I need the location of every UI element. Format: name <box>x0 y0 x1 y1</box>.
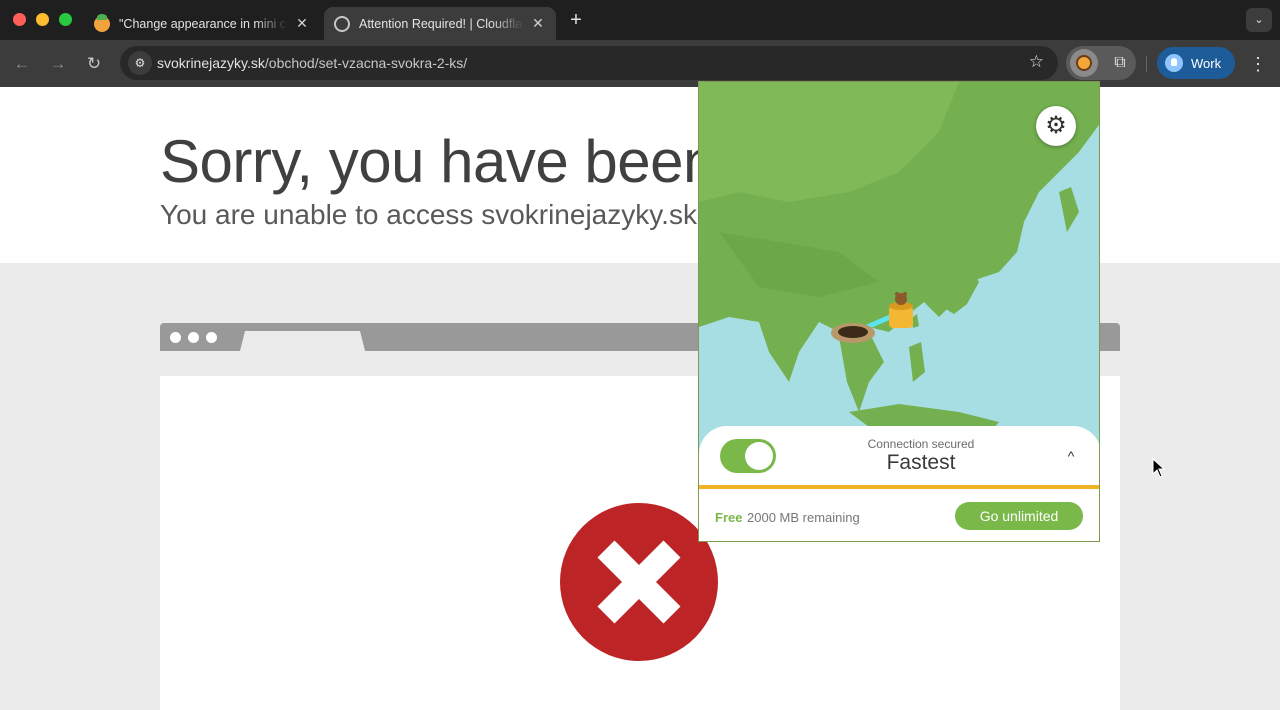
tab-search-button[interactable]: ⌄ <box>1246 8 1272 32</box>
extensions-puzzle-icon[interactable]: ⧉ <box>1108 51 1132 75</box>
connection-status: Connection secured <box>867 437 975 451</box>
bear-icon <box>1076 55 1092 71</box>
chevron-up-icon[interactable]: ^ <box>1061 446 1081 466</box>
illustration-dot <box>188 332 199 343</box>
extensions-area: ⧉ <box>1066 46 1136 80</box>
browser-toolbar: ← → ↻ ⚙ svokrinejazyky.sk/obchod/set-vza… <box>0 40 1280 87</box>
tab-cloudflare[interactable]: Attention Required! | Cloudflare ✕ <box>324 7 556 40</box>
mouse-pointer-icon <box>1152 458 1166 478</box>
back-icon[interactable]: ← <box>10 52 34 76</box>
page-subtitle: You are unable to access svokrinejazyky.… <box>160 199 697 230</box>
url-path: /obchod/set-vzacna-svokra-2-ks/ <box>264 55 468 71</box>
blocked-x-icon <box>560 503 718 661</box>
tunnelbear-icon <box>94 13 110 32</box>
forward-icon[interactable]: → <box>46 52 70 76</box>
tab-tunnelbear-settings[interactable]: "Change appearance in mini control" ✕ <box>84 7 320 40</box>
toggle-knob <box>745 442 773 470</box>
illustration-tab <box>240 331 365 351</box>
tab-title: Attention Required! | Cloudflare <box>359 16 524 31</box>
location-name[interactable]: Fastest <box>821 451 1021 475</box>
site-info-icon[interactable]: ⚙ <box>128 51 152 75</box>
tab-close-icon[interactable]: ✕ <box>530 15 546 32</box>
bookmark-star-icon[interactable]: ☆ <box>1029 52 1044 72</box>
toolbar-divider <box>1146 56 1147 72</box>
url-domain: svokrinejazyky.sk <box>157 55 265 71</box>
tab-title: "Change appearance in mini control" <box>119 16 288 31</box>
address-bar[interactable]: ⚙ svokrinejazyky.sk/obchod/set-vzacna-sv… <box>120 46 1058 80</box>
tab-strip: "Change appearance in mini control" ✕ At… <box>0 0 1280 40</box>
page-title: Sorry, you have been b <box>160 128 765 195</box>
new-tab-button[interactable]: + <box>566 9 586 31</box>
globe-icon <box>334 15 350 32</box>
profile-label: Work <box>1191 55 1222 71</box>
settings-gear-icon[interactable]: ⚙ <box>1036 106 1076 146</box>
kebab-menu-icon[interactable]: ⋮ <box>1248 52 1268 76</box>
status-divider <box>699 485 1099 489</box>
illustration-dot <box>170 332 181 343</box>
tab-close-icon[interactable]: ✕ <box>294 15 310 32</box>
tunnelbear-popup: ⚙ Connection secured Fastest ^ Free 2000… <box>698 81 1100 542</box>
close-window-button[interactable] <box>13 13 26 26</box>
vpn-toggle[interactable] <box>720 439 776 473</box>
illustration-dot <box>206 332 217 343</box>
tunnelbear-extension-button[interactable] <box>1070 49 1098 77</box>
data-remaining: 2000 MB remaining <box>747 510 860 525</box>
maximize-window-button[interactable] <box>59 13 72 26</box>
address-url[interactable]: svokrinejazyky.sk/obchod/set-vzacna-svok… <box>157 55 467 71</box>
plan-label: Free <box>715 510 743 525</box>
go-unlimited-button[interactable]: Go unlimited <box>955 502 1083 530</box>
bulb-icon <box>1165 54 1183 72</box>
connection-panel: Connection secured Fastest ^ Free 2000 M… <box>699 426 1099 541</box>
minimize-window-button[interactable] <box>36 13 49 26</box>
profile-button[interactable]: Work <box>1157 47 1235 79</box>
reload-icon[interactable]: ↻ <box>82 52 106 76</box>
